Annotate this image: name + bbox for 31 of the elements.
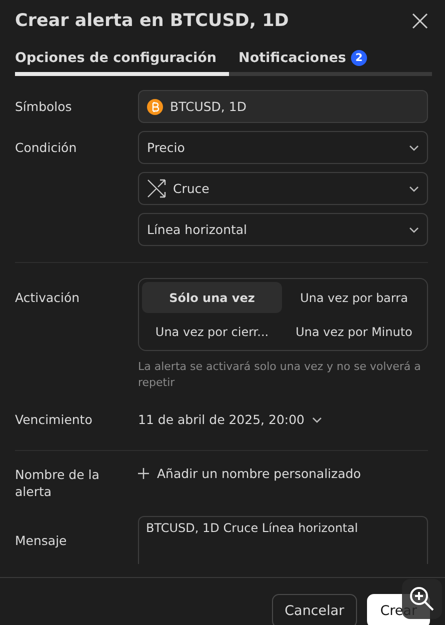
activation-option[interactable]: Sólo una vez (142, 282, 282, 313)
field-label: Nombre de la alerta (15, 466, 100, 500)
condition-select[interactable]: Cruce (138, 172, 428, 205)
activation-option[interactable]: Una vez por Minuto (284, 316, 424, 347)
date-dropdown[interactable]: 11 de abril de 2025, 20:00 (138, 412, 322, 427)
tab[interactable]: Opciones de configuración (15, 50, 229, 76)
condition-select[interactable]: Línea horizontal (138, 213, 428, 246)
close-button[interactable] (411, 12, 429, 30)
crossing-arrows-icon (147, 179, 166, 198)
chevron-down-icon (409, 186, 419, 192)
condition-select[interactable]: Precio (138, 131, 428, 164)
tab[interactable]: Notificaciones 2 (238, 50, 380, 76)
field-label: Activación (15, 289, 81, 306)
chevron-down-icon (409, 144, 419, 150)
field-label: Condición (15, 139, 78, 156)
chevron-down-icon (409, 226, 419, 232)
coin-icon (147, 98, 163, 114)
plus-icon (138, 468, 149, 479)
chevron-down-icon (312, 416, 322, 422)
message-field[interactable]: BTCUSD, 1D Cruce Línea horizontal (138, 516, 428, 564)
add-name-button[interactable]: Añadir un nombre personalizado (138, 466, 361, 481)
field-label: Vencimiento (15, 411, 94, 428)
dialog-title: Crear alerta en BTCUSD, 1D (15, 11, 289, 31)
symbol-field[interactable]: BTCUSD, 1D (138, 90, 428, 123)
field-label: Mensaje (15, 532, 68, 548)
hint-text: La alerta se activará solo una vez y no se volverá a repetir (138, 359, 422, 391)
field-label: Símbolos (15, 98, 73, 115)
activation-option[interactable]: Una vez por barra (284, 282, 424, 313)
activation-option[interactable]: Una vez por cierr... (142, 316, 282, 347)
count-badge: 2 (351, 50, 368, 66)
cancel-button[interactable]: Cancelar (272, 594, 358, 625)
